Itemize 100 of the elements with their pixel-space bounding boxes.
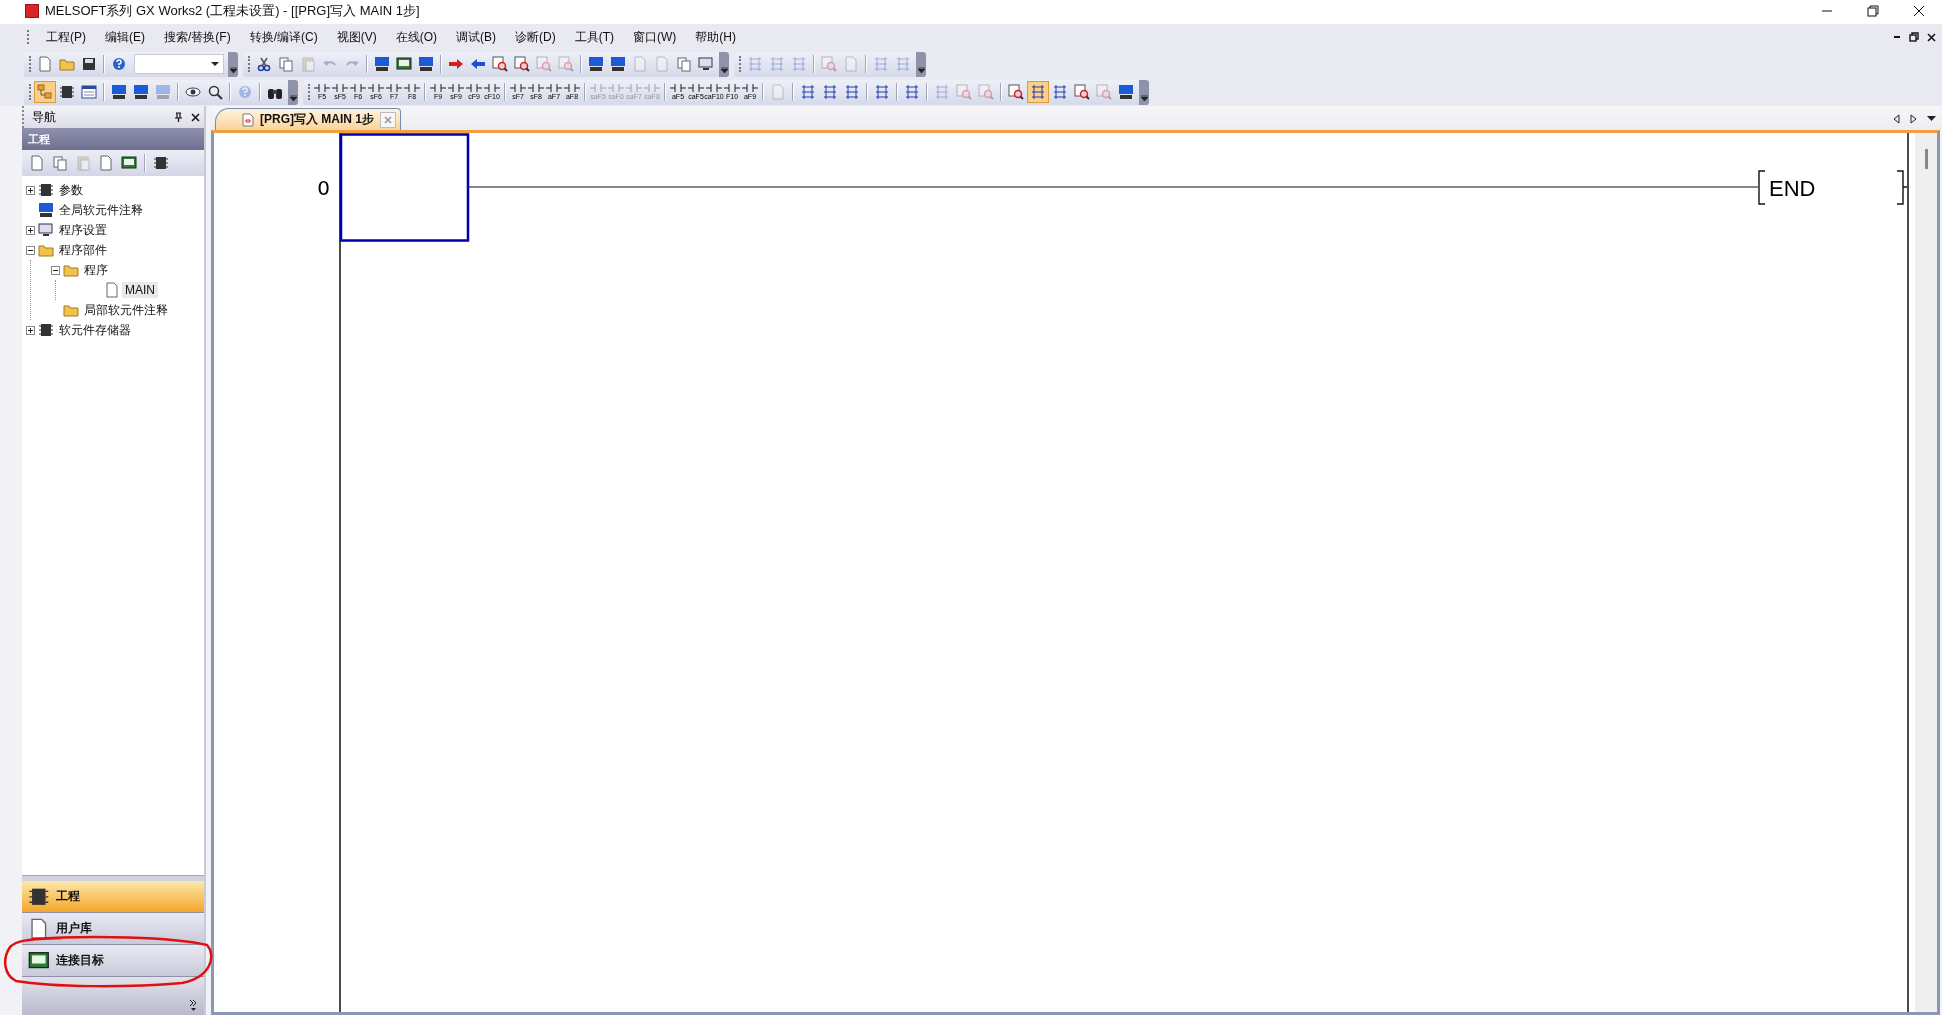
toolbar-grip xyxy=(27,30,31,44)
menu-item[interactable]: 诊断(D) xyxy=(508,26,563,48)
magnifier-icon xyxy=(536,56,552,72)
menu-item[interactable]: 窗口(W) xyxy=(626,26,684,48)
screen-icon xyxy=(396,56,412,72)
view-button[interactable]: 用户库 xyxy=(22,913,204,945)
menu-item[interactable]: 编辑(E) xyxy=(98,26,152,48)
stack-icon xyxy=(895,56,911,72)
screen-icon xyxy=(374,56,390,72)
overflow-button[interactable] xyxy=(288,79,298,105)
contact-icon xyxy=(332,83,348,93)
chip-icon xyxy=(153,155,169,171)
scroll-right-icon xyxy=(1910,114,1917,124)
menu-item[interactable]: 工程(P) xyxy=(39,26,93,48)
menu-item[interactable]: 工具(T) xyxy=(567,26,621,48)
expand-icon[interactable] xyxy=(26,225,35,235)
page-icon xyxy=(843,56,859,72)
clipboard-icon xyxy=(300,56,316,72)
screen-icon xyxy=(133,84,149,100)
cursor-box[interactable] xyxy=(339,133,470,242)
eye-icon xyxy=(185,84,201,100)
contact-icon xyxy=(368,83,384,93)
tree-item[interactable]: 参数 xyxy=(56,180,86,200)
caret-icon xyxy=(289,94,297,101)
contact-icon xyxy=(528,83,544,93)
expand-icon[interactable] xyxy=(26,325,35,335)
contact-icon xyxy=(724,83,740,93)
minimize-icon xyxy=(1893,36,1901,38)
stack-icon xyxy=(1052,84,1068,100)
view-button[interactable]: 连接目标 xyxy=(22,945,204,977)
splitter-handle[interactable] xyxy=(22,875,204,881)
dropdown-arrow-icon xyxy=(1927,116,1936,122)
close-icon xyxy=(1913,5,1925,17)
copy-icon xyxy=(278,56,294,72)
tree-item[interactable]: 程序部件 xyxy=(56,240,110,260)
menu-item[interactable]: 视图(V) xyxy=(329,26,384,48)
tree-item[interactable]: 程序 xyxy=(81,260,111,280)
caret-icon xyxy=(917,66,925,73)
contact-icon xyxy=(626,83,642,93)
caret-icon xyxy=(229,66,237,73)
document-tab[interactable]: [PRG]写入 MAIN 1步 xyxy=(215,108,401,130)
tree-item[interactable]: 软元件存储器 xyxy=(56,320,134,340)
stack-icon xyxy=(822,84,838,100)
clipboard-icon xyxy=(75,155,91,171)
collapse-icon[interactable] xyxy=(26,245,35,255)
contact-icon xyxy=(670,83,686,93)
collapse-icon[interactable] xyxy=(51,265,60,275)
magnifier-icon xyxy=(1008,84,1024,100)
contact-icon xyxy=(404,83,420,93)
overflow-button[interactable] xyxy=(228,51,238,77)
screen-icon xyxy=(155,84,171,100)
combo-field[interactable] xyxy=(134,54,224,74)
tab-close-button[interactable] xyxy=(380,111,396,128)
contact-icon xyxy=(608,83,624,93)
close-icon xyxy=(384,115,392,124)
screen-icon xyxy=(1118,84,1134,100)
screen-icon xyxy=(121,155,137,171)
stack-icon xyxy=(844,84,860,100)
tree-item[interactable]: MAIN xyxy=(122,282,158,298)
restore-icon xyxy=(1867,5,1879,17)
panel-title: 导航 xyxy=(32,108,57,126)
contact-icon xyxy=(350,83,366,93)
menu-item[interactable]: 搜索/替换(F) xyxy=(157,26,238,48)
view-button[interactable]: 工程 xyxy=(22,881,204,913)
expand-icon[interactable] xyxy=(26,185,35,195)
overflow-button[interactable] xyxy=(1139,79,1149,105)
help-icon xyxy=(111,56,127,72)
chip-icon xyxy=(38,322,54,338)
screen-icon xyxy=(418,56,434,72)
tree-item[interactable]: 程序设置 xyxy=(56,220,110,240)
program-icon xyxy=(242,112,254,127)
folder-icon xyxy=(59,56,75,72)
list-icon xyxy=(81,84,97,100)
page-icon xyxy=(98,155,114,171)
magnifier-icon xyxy=(514,56,530,72)
scrollbar[interactable] xyxy=(1915,133,1937,1012)
pin-icon xyxy=(174,112,183,122)
menu-item[interactable]: 帮助(H) xyxy=(688,26,743,48)
window-title: MELSOFT系列 GX Works2 (工程未设置) - [[PRG]写入 MAIN 1步] xyxy=(45,2,421,20)
scrollbar-thumb[interactable] xyxy=(1924,149,1928,169)
contact-icon xyxy=(484,83,500,93)
magnifier-icon xyxy=(1096,84,1112,100)
menu-item[interactable]: 调试(B) xyxy=(449,26,503,48)
magnifier-icon xyxy=(492,56,508,72)
overflow-button[interactable] xyxy=(916,51,926,77)
tree-item[interactable]: 局部软元件注释 xyxy=(81,300,171,320)
menu-item[interactable]: 在线(O) xyxy=(388,26,444,48)
folder-icon xyxy=(38,242,54,258)
page-icon xyxy=(29,155,45,171)
page-icon xyxy=(770,84,786,100)
magnifier-icon xyxy=(978,84,994,100)
screen-icon xyxy=(111,84,127,100)
menu-item[interactable]: 转换/编译(C) xyxy=(242,26,325,48)
overflow-button[interactable] xyxy=(719,51,729,77)
tree-icon xyxy=(37,84,53,100)
contact-icon xyxy=(466,83,482,93)
contact-icon xyxy=(510,83,526,93)
tree-item[interactable]: 全局软元件注释 xyxy=(56,200,146,220)
stack-icon xyxy=(874,84,890,100)
stack-icon xyxy=(791,56,807,72)
